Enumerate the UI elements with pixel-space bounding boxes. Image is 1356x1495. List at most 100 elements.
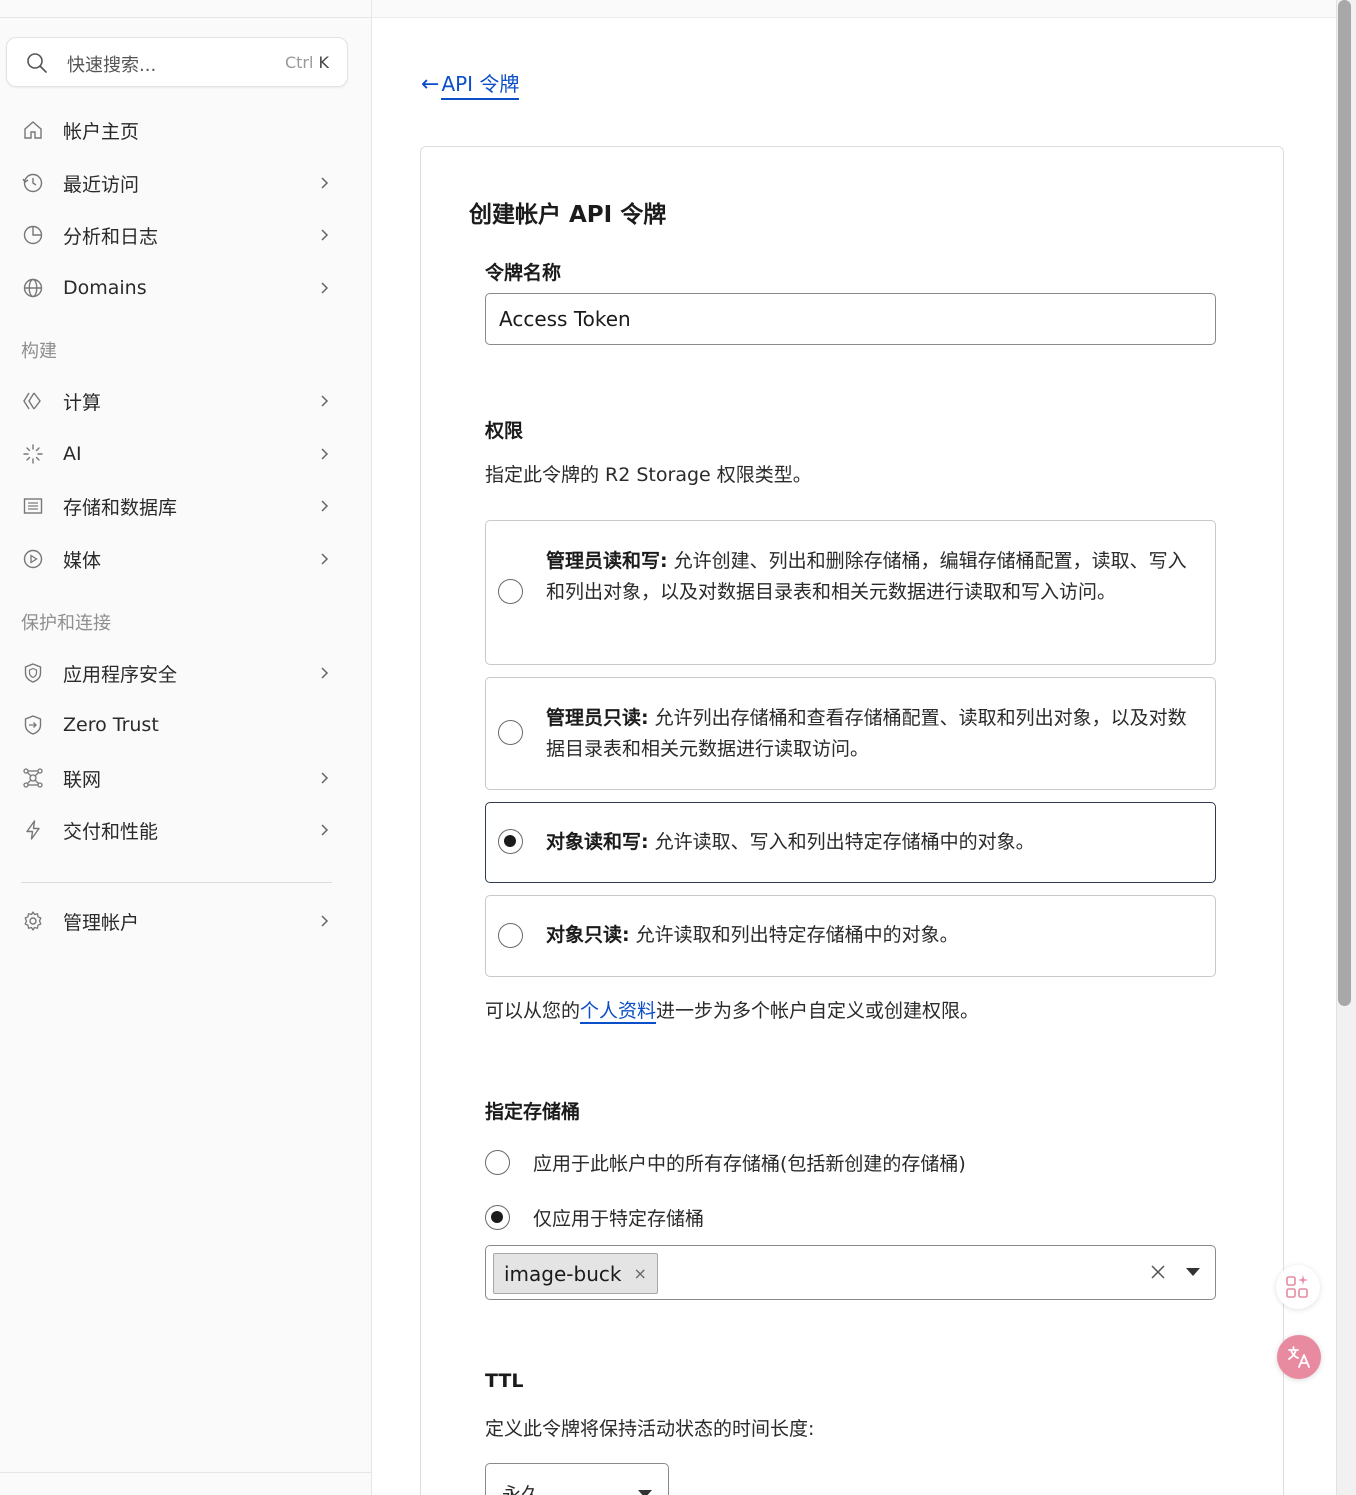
history-icon [22,173,43,193]
sidebar-item-zero-trust[interactable]: Zero Trust [0,703,350,747]
ttl-label: TTL [485,1370,524,1392]
sidebar-item-label: 计算 [63,391,102,414]
sidebar-item-recent[interactable]: 最近访问 [0,161,350,205]
compute-icon [23,392,41,410]
pie-chart-icon [23,225,43,245]
ttl-select-value: 永久 [502,1484,541,1495]
profile-note: 可以从您的个人资料进一步为多个帐户自定义或创建权限。 [485,1000,980,1024]
chevron-right-icon [321,448,329,460]
chevron-right-icon [321,282,329,294]
bucket-multi-select[interactable]: image-buck × [485,1245,1216,1300]
chevron-down-icon[interactable] [1186,1268,1200,1276]
floating-translate-button[interactable] [1277,1335,1321,1379]
bucket-radio[interactable] [485,1149,510,1175]
sidebar-item-app-security[interactable]: 应用程序安全 [0,651,350,695]
token-name-input[interactable] [485,293,1216,345]
permission-option-object-read-write[interactable]: 对象读和写: 允许读取、写入和列出特定存储桶中的对象。 [485,802,1216,883]
play-icon [23,549,43,569]
chevron-right-icon [321,553,329,565]
bolt-icon [26,820,40,840]
ttl-select[interactable]: 永久 [485,1463,669,1495]
sidebar-item-analytics[interactable]: 分析和日志 [0,213,350,257]
network-icon [23,768,43,788]
bucket-chip: image-buck × [493,1253,658,1294]
chip-remove-icon[interactable]: × [633,1264,646,1283]
database-icon [23,498,43,514]
sidebar-item-media[interactable]: 媒体 [0,537,350,581]
permission-option-text: 管理员只读: 允许列出存储桶和查看存储桶配置、读取和列出对象，以及对数据目录表和… [546,707,1187,760]
search-icon [27,53,47,73]
chevron-right-icon [321,177,329,189]
sidebar-divider [21,882,332,883]
floating-apps-button[interactable] [1276,1265,1320,1309]
apps-sparkle-icon [1286,1275,1308,1298]
chevron-right-icon [321,772,329,784]
sidebar-item-manage-account[interactable]: 管理帐户 [0,899,350,943]
permission-radio[interactable] [498,579,523,604]
permissions-description: 指定此令牌的 R2 Storage 权限类型。 [485,464,812,486]
back-to-api-tokens-link[interactable]: ← API 令牌 [421,68,520,100]
sidebar-item-label: 联网 [63,768,102,791]
chevron-right-icon [321,500,329,512]
globe-icon [23,278,43,298]
sidebar-item-delivery[interactable]: 交付和性能 [0,808,350,852]
section-heading-build: 构建 [21,341,57,362]
search-box[interactable]: 快速搜索... Ctrl K [6,37,348,87]
page-title: 创建帐户 API 令牌 [469,202,667,228]
arrow-left-icon: ← [421,71,440,97]
sidebar-item-ai[interactable]: AI [0,432,350,476]
sidebar-item-compute[interactable]: 计算 [0,379,350,423]
sidebar: 快速搜索... Ctrl K 帐户主页 最近访问 分析和日志 Domains 构… [0,0,372,1495]
sidebar-top-bar [0,0,372,18]
permission-option-admin-read-only[interactable]: 管理员只读: 允许列出存储桶和查看存储桶配置、读取和列出对象，以及对数据目录表和… [485,677,1216,790]
permission-option-text: 对象读和写: 允许读取、写入和列出特定存储桶中的对象。 [546,831,1035,853]
gear-icon [24,911,42,931]
sidebar-item-label: 分析和日志 [63,225,159,248]
sidebar-item-account-home[interactable]: 帐户主页 [0,108,350,152]
main-top-bar [372,0,1336,18]
permission-option-text: 管理员读和写: 允许创建、列出和删除存储桶，编辑存储桶配置，读取、写入和列出对象… [546,550,1187,603]
chevron-right-icon [321,395,329,407]
sidebar-item-label: 帐户主页 [63,120,140,143]
buckets-label: 指定存储桶 [485,1101,581,1123]
section-heading-protect: 保护和连接 [21,613,111,634]
sidebar-item-label: 交付和性能 [63,820,159,843]
back-link-label: API 令牌 [441,68,520,100]
sidebar-item-label: 存储和数据库 [63,496,178,519]
sparkle-icon [23,444,43,464]
sidebar-item-domains[interactable]: Domains [0,266,350,310]
sidebar-item-label: Domains [63,277,147,299]
bucket-chip-label: image-buck [504,1261,622,1286]
bucket-option-specific[interactable]: 仅应用于特定存储桶 [485,1202,704,1232]
sidebar-item-network[interactable]: 联网 [0,756,350,800]
permission-radio-checked[interactable] [498,829,523,854]
profile-link[interactable]: 个人资料 [580,1000,657,1024]
scrollbar-thumb[interactable] [1338,0,1351,1006]
permission-radio[interactable] [498,720,523,745]
permission-option-text: 对象只读: 允许读取和列出特定存储桶中的对象。 [546,924,959,946]
token-name-label: 令牌名称 [485,262,562,284]
sidebar-item-label: 媒体 [63,549,102,572]
permission-option-object-read-only[interactable]: 对象只读: 允许读取和列出特定存储桶中的对象。 [485,895,1216,977]
bucket-option-label: 仅应用于特定存储桶 [533,1207,705,1230]
chevron-right-icon [321,824,329,836]
zero-trust-icon [24,715,42,735]
sidebar-item-label: 应用程序安全 [63,663,178,686]
ttl-description: 定义此令牌将保持活动状态的时间长度: [485,1418,815,1440]
sidebar-item-storage[interactable]: 存储和数据库 [0,484,350,528]
permissions-label: 权限 [485,420,524,442]
search-shortcut: Ctrl K [284,53,329,72]
chevron-down-icon [638,1490,652,1495]
search-placeholder: 快速搜索... [67,55,157,76]
sidebar-item-label: 管理帐户 [63,911,140,934]
bucket-radio-checked[interactable] [485,1204,510,1230]
bucket-option-label: 应用于此帐户中的所有存储桶(包括新创建的存储桶) [533,1152,966,1175]
chevron-right-icon [321,229,329,241]
chevron-right-icon [321,667,329,679]
permission-radio[interactable] [498,923,523,948]
clear-icon[interactable] [1149,1263,1167,1281]
permission-option-admin-read-write[interactable]: 管理员读和写: 允许创建、列出和删除存储桶，编辑存储桶配置，读取、写入和列出对象… [485,520,1216,665]
sidebar-item-label: 最近访问 [63,173,140,196]
chevron-right-icon [321,915,329,927]
bucket-option-all[interactable]: 应用于此帐户中的所有存储桶(包括新创建的存储桶) [485,1147,966,1177]
